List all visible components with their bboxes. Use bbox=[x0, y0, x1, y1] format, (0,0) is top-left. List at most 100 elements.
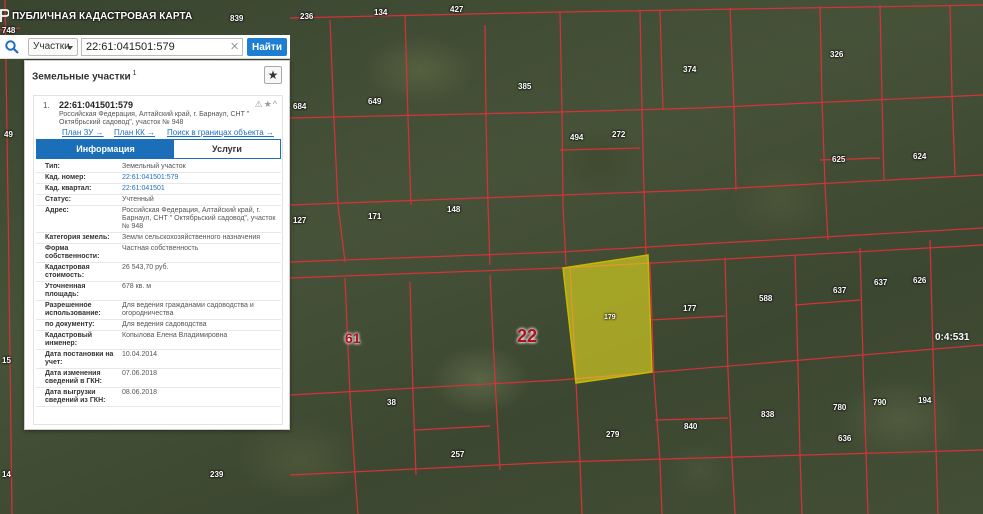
search-type-label: Участки bbox=[33, 41, 70, 52]
plot-label: 636 bbox=[838, 434, 852, 443]
plot-label: 626 bbox=[913, 276, 927, 285]
plot-label: 326 bbox=[830, 50, 844, 59]
results-panel: Земельные участки 1 ★ 1. 22:61:041501:579… bbox=[24, 60, 290, 430]
prop-value: Земельный участок bbox=[122, 163, 186, 170]
prop-row-engineer: Кадастровый инженер: Копылова Елена Влад… bbox=[36, 331, 281, 350]
prop-row-registration-date: Дата постановки на учет: 10.04.2014 bbox=[36, 350, 281, 369]
selected-plot-label: 179 bbox=[604, 314, 616, 321]
prop-value: 10.04.2014 bbox=[122, 351, 158, 358]
prop-row-permitted-use: Разрешенное использование: Для ведения г… bbox=[36, 301, 281, 320]
search-bar: Участки ✕ Найти bbox=[0, 35, 290, 59]
properties-table: Тип: Земельный участок Кад. номер: 22:61… bbox=[36, 162, 281, 407]
prop-value: 07.06.2018 bbox=[122, 370, 158, 377]
prop-key: Тип: bbox=[45, 163, 60, 170]
tab-info[interactable]: Информация bbox=[37, 140, 174, 158]
plot-label: 624 bbox=[913, 152, 927, 161]
plot-label: 15 bbox=[2, 356, 11, 365]
prop-value: Копылова Елена Владимировна bbox=[122, 332, 228, 339]
plot-label: 649 bbox=[368, 97, 382, 106]
prop-key: по документу: bbox=[45, 321, 95, 328]
prop-key: Форма собственности: bbox=[45, 245, 100, 260]
plot-label: 790 bbox=[873, 398, 887, 407]
result-tools-icons[interactable]: ⚠★^ bbox=[255, 99, 278, 110]
prop-key: Статус: bbox=[45, 196, 71, 203]
plot-label: 625 bbox=[832, 155, 846, 164]
plot-label: 840 bbox=[684, 422, 698, 431]
prop-key: Адрес: bbox=[45, 207, 69, 214]
prop-key: Кад. квартал: bbox=[45, 185, 92, 192]
prop-row-address: Адрес: Российская Федерация, Алтайский к… bbox=[36, 206, 281, 233]
plot-label: 127 bbox=[293, 216, 307, 225]
prop-key: Разрешенное использование: bbox=[45, 302, 101, 317]
prop-value: Для ведения садоводства bbox=[122, 321, 207, 328]
quarter-label: 22 bbox=[517, 326, 538, 346]
search-input[interactable] bbox=[81, 38, 243, 56]
prop-row-by-document: по документу: Для ведения садоводства bbox=[36, 320, 281, 331]
prop-value: Для ведения гражданами садоводства и ого… bbox=[122, 302, 254, 317]
prop-row-cad-quarter: Кад. квартал: 22:61:041501 bbox=[36, 184, 281, 195]
top-bar: ПУБЛИЧНАЯ КАДАСТРОВАЯ КАРТА bbox=[0, 0, 983, 34]
plan-kk-link[interactable]: План КК → bbox=[114, 128, 155, 137]
plot-label: 239 bbox=[210, 470, 224, 479]
plot-label: 257 bbox=[451, 450, 465, 459]
prop-value[interactable]: 22:61:041501 bbox=[116, 184, 281, 194]
plot-label: 14 bbox=[2, 470, 11, 479]
panel-title-text: Земельные участки bbox=[32, 71, 131, 83]
panel-title: Земельные участки 1 bbox=[32, 70, 137, 82]
clear-icon[interactable]: ✕ bbox=[230, 40, 239, 53]
prop-row-change-date: Дата изменения сведений в ГКН: 07.06.201… bbox=[36, 369, 281, 388]
prop-value: 678 кв. м bbox=[122, 283, 152, 290]
plot-label: 637 bbox=[833, 286, 847, 295]
prop-key: Дата выгрузки сведений из ГКН: bbox=[45, 389, 106, 404]
search-icon[interactable] bbox=[4, 39, 20, 55]
prop-key: Дата изменения сведений в ГКН: bbox=[45, 370, 102, 385]
prop-row-type: Тип: Земельный участок bbox=[36, 162, 281, 173]
logo-icon bbox=[0, 9, 9, 22]
chevron-down-icon bbox=[67, 46, 73, 50]
info-tabs: Информация Услуги bbox=[36, 139, 281, 159]
plot-label: 637 bbox=[874, 278, 888, 287]
plot-label: 272 bbox=[612, 130, 626, 139]
prop-row-cad-value: Кадастровая стоимость: 26 543,70 руб. bbox=[36, 263, 281, 282]
tab-services[interactable]: Услуги bbox=[174, 140, 280, 158]
plot-label: 194 bbox=[918, 396, 932, 405]
prop-value: Российская Федерация, Алтайский край, г.… bbox=[122, 207, 276, 230]
block-label: 0:4:531 bbox=[935, 332, 970, 343]
plot-label: 38 bbox=[387, 398, 396, 407]
find-button[interactable]: Найти bbox=[247, 38, 287, 56]
plot-label: 684 bbox=[293, 102, 307, 111]
plot-label: 494 bbox=[570, 133, 584, 142]
quarter-label-2: 61 bbox=[345, 330, 361, 346]
search-type-select[interactable]: Участки bbox=[28, 38, 78, 56]
prop-value: Учтенный bbox=[122, 196, 154, 203]
result-address: Российская Федерация, Алтайский край, г.… bbox=[59, 111, 250, 126]
prop-row-status: Статус: Учтенный bbox=[36, 195, 281, 206]
prop-value[interactable]: 22:61:041501:579 bbox=[116, 173, 281, 183]
prop-key: Кадастровый инженер: bbox=[45, 332, 93, 347]
plot-label: 148 bbox=[447, 205, 461, 214]
plan-zu-link[interactable]: План ЗУ → bbox=[62, 128, 104, 137]
plot-label: 385 bbox=[518, 82, 532, 91]
prop-key: Кад. номер: bbox=[45, 174, 86, 181]
search-in-bounds-link[interactable]: Поиск в границах объекта → bbox=[167, 128, 274, 137]
prop-value: Частная собственность bbox=[122, 245, 199, 252]
prop-row-cad-number: Кад. номер: 22:61:041501:579 bbox=[36, 173, 281, 184]
favorite-star-icon[interactable]: ★ bbox=[264, 66, 282, 84]
prop-key: Уточненная площадь: bbox=[45, 283, 86, 298]
plot-label: 588 bbox=[759, 294, 773, 303]
plot-label: 780 bbox=[833, 403, 847, 412]
prop-key: Дата постановки на учет: bbox=[45, 351, 114, 366]
prop-row-area: Уточненная площадь: 678 кв. м bbox=[36, 282, 281, 301]
plot-label: 171 bbox=[368, 212, 382, 221]
plot-label: 838 bbox=[761, 410, 775, 419]
result-card: 1. 22:61:041501:579 Российская Федерация… bbox=[33, 95, 283, 425]
prop-row-ownership: Форма собственности: Частная собственнос… bbox=[36, 244, 281, 263]
plot-label: 374 bbox=[683, 65, 697, 74]
prop-row-land-category: Категория земель: Земли сельскохозяйстве… bbox=[36, 233, 281, 244]
prop-value: 26 543,70 руб. bbox=[122, 264, 169, 271]
result-cad-number[interactable]: 22:61:041501:579 bbox=[59, 100, 133, 110]
app-title: ПУБЛИЧНАЯ КАДАСТРОВАЯ КАРТА bbox=[12, 11, 193, 22]
result-count: 1 bbox=[132, 70, 137, 77]
prop-key: Кадастровая стоимость: bbox=[45, 264, 90, 279]
plot-label: 49 bbox=[4, 130, 13, 139]
